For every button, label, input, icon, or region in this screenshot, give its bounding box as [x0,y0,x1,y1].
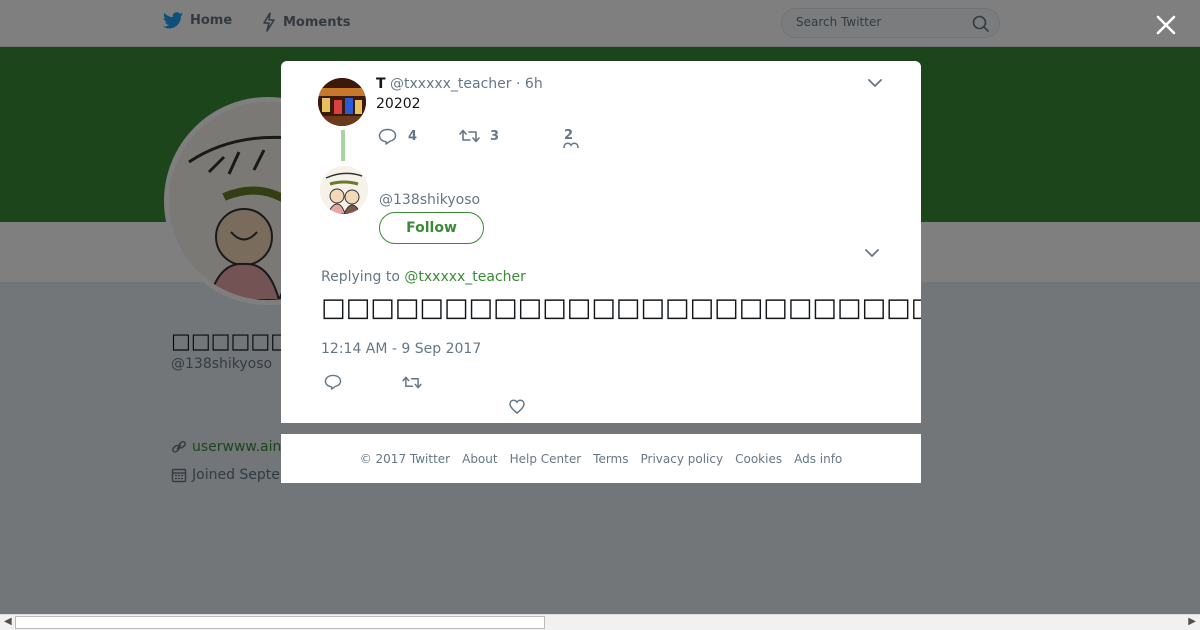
reply-count: 4 [408,129,418,144]
tweet-text: □□□□□□□□□□□□□□□□□□□□□□□□□□□□□□□□□□□□□□□□… [321,293,921,323]
close-button[interactable] [1151,10,1181,40]
tweet-timestamp[interactable]: 12:14 AM - 9 Sep 2017 [321,341,481,357]
footer-link-ads-info[interactable]: Ads info [794,452,842,466]
footer-link-about[interactable]: About [462,452,497,466]
footer-link-privacy[interactable]: Privacy policy [641,452,724,466]
tweet-permalink-dialog: T @txxxxx_teacher · 6h 20202 4 3 2 @138s… [281,61,921,423]
close-icon [1151,10,1181,40]
footer-link-cookies[interactable]: Cookies [735,452,782,466]
replying-to: Replying to @txxxxx_teacher [321,269,526,285]
conversation-thread-line [341,130,345,161]
retweet-icon [402,375,422,390]
like-button[interactable] [509,399,525,414]
parent-tweet-menu[interactable] [868,78,882,88]
footer-link-terms[interactable]: Terms [593,452,628,466]
retweet-button[interactable]: 3 [459,128,499,144]
parent-tweet-text: 20202 [376,96,421,112]
tweet-menu[interactable] [865,248,879,258]
like-button[interactable]: 2 [563,128,579,148]
reply-icon [378,128,397,145]
chevron-down-icon [865,248,879,258]
retweet-button[interactable] [402,375,422,390]
parent-tweet-time[interactable]: 6h [525,76,543,92]
avatar[interactable] [318,78,366,126]
author-handle[interactable]: @138shikyoso [379,192,480,208]
footer-link-help-center[interactable]: Help Center [510,452,582,466]
reply-icon [324,374,342,390]
horizontal-scrollbar[interactable]: ◀ ▶ [0,614,1200,630]
dialog-footer: © 2017 Twitter About Help Center Terms P… [281,434,921,483]
follow-button[interactable]: Follow [379,212,484,244]
parent-separator: · [516,76,521,92]
like-count: 2 [564,128,574,143]
heart-icon [509,399,525,414]
avatar[interactable] [320,166,368,214]
reply-button[interactable] [324,374,342,390]
heart-icon [563,142,579,148]
replying-to-link[interactable]: @txxxxx_teacher [404,269,526,285]
parent-author-name[interactable]: T [376,76,386,92]
reply-button[interactable]: 4 [378,128,417,145]
scrollbar-thumb[interactable] [15,616,545,629]
chevron-down-icon [868,78,882,88]
retweet-icon [459,128,480,144]
retweet-count: 3 [490,128,500,144]
parent-author-handle[interactable]: @txxxxx_teacher [390,76,512,92]
parent-tweet-header: T @txxxxx_teacher · 6h [376,76,543,92]
footer-copyright: © 2017 Twitter [359,451,451,466]
scroll-left-icon[interactable]: ◀ [4,616,12,627]
scroll-right-icon[interactable]: ▶ [1188,616,1196,627]
replying-prefix: Replying to [321,269,400,285]
